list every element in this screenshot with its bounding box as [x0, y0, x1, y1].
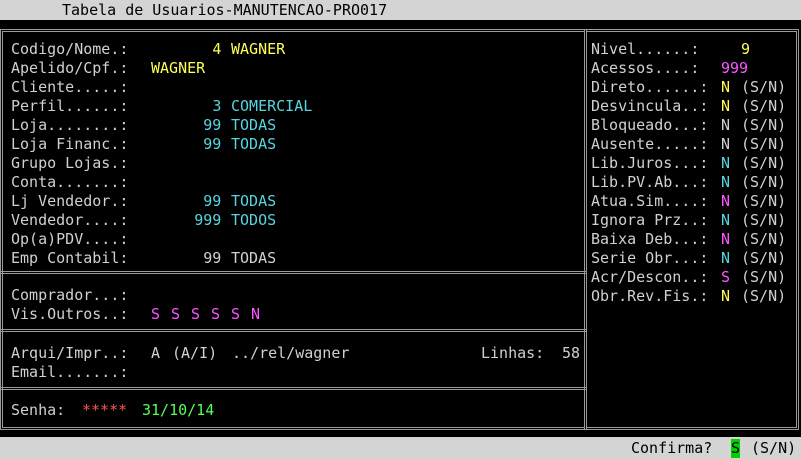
separator-3 [0, 387, 587, 390]
flag-value[interactable]: N [721, 211, 730, 230]
field-value: TODAS [231, 135, 277, 153]
flag-label: Direto......: [591, 78, 709, 96]
field-label: Op(a)PDV....: [11, 230, 129, 248]
flag-label: Ausente.....: [591, 135, 709, 153]
field-code[interactable]: 4 [151, 40, 221, 59]
flag-label: Lib.Juros...: [591, 154, 709, 172]
window-title: Tabela de Usuarios-MANUTENCAO-PRO017 [62, 1, 388, 19]
flag-hint: (S/N) [741, 268, 787, 286]
acessos-label: Acessos....: [591, 59, 700, 77]
field-label: Codigo/Nome.: [11, 40, 129, 58]
field-label: Perfil......: [11, 97, 129, 115]
vis-outros-label: Vis.Outros..: [11, 305, 129, 323]
flag-label: Bloqueado...: [591, 116, 709, 134]
vis-outros-flag[interactable]: S [231, 305, 240, 324]
nivel-label: Nivel......: [591, 40, 700, 58]
flag-label: Atua.Sim....: [591, 192, 709, 210]
senha-date: 31/10/14 [142, 401, 215, 419]
flag-hint: (S/N) [741, 78, 787, 96]
field-value: TODAS [231, 116, 277, 134]
confirm-hint: (S/N) [751, 439, 797, 457]
field-label: Conta.......: [11, 173, 129, 191]
flag-label: Serie Obr...: [591, 249, 709, 267]
flag-value[interactable]: N [721, 192, 730, 211]
field-label: Lj Vendedor.: [11, 192, 129, 210]
arqui-hint: (A/I) [172, 344, 218, 362]
flag-value[interactable]: N [721, 78, 730, 97]
linhas-input[interactable]: 58 [562, 344, 580, 363]
status-bar: Confirma? S (S/N) [0, 437, 801, 459]
email-label: Email.......: [11, 363, 129, 381]
field-value: WAGNER [151, 59, 206, 77]
field-value: COMERCIAL [231, 97, 313, 115]
field-value: TODAS [231, 249, 277, 267]
nivel-input[interactable]: 9 [741, 40, 750, 59]
field-label: Emp Contabil: [11, 249, 129, 267]
title-bar: Tabela de Usuarios-MANUTENCAO-PRO017 [0, 0, 801, 20]
field-value: TODOS [231, 211, 277, 229]
flag-hint: (S/N) [741, 249, 787, 267]
field-code[interactable]: 999 [151, 211, 221, 230]
senha-input[interactable]: ***** [82, 401, 127, 420]
linhas-label: Linhas: [481, 344, 545, 362]
flag-hint: (S/N) [741, 211, 787, 229]
flag-hint: (S/N) [741, 154, 787, 172]
flag-value[interactable]: N [721, 287, 730, 306]
vis-outros-flag[interactable]: S [151, 305, 160, 324]
flag-label: Desvincula..: [591, 97, 709, 115]
vis-outros-flag[interactable]: N [251, 305, 260, 324]
flag-value[interactable]: N [721, 230, 730, 249]
confirm-input[interactable]: S [731, 439, 741, 458]
field-label: Vendedor....: [11, 211, 129, 229]
flag-hint: (S/N) [741, 97, 787, 115]
field-label: Grupo Lojas.: [11, 154, 129, 172]
flag-value[interactable]: S [721, 268, 730, 287]
comprador-input[interactable] [151, 286, 571, 305]
flag-value[interactable]: N [721, 154, 730, 173]
flag-label: Obr.Rev.Fis.: [591, 287, 709, 305]
flag-value[interactable]: N [721, 249, 730, 268]
separator-2 [0, 329, 587, 332]
flag-hint: (S/N) [741, 287, 787, 305]
field-label: Loja Financ.: [11, 135, 129, 153]
comprador-label: Comprador...: [11, 286, 129, 304]
field-label: Apelido/Cpf.: [11, 59, 129, 77]
field-value: WAGNER [231, 40, 286, 58]
vis-outros-flag[interactable]: S [191, 305, 200, 324]
vis-outros-flag[interactable]: S [171, 305, 180, 324]
flag-label: Lib.PV.Ab...: [591, 173, 709, 191]
flag-value[interactable]: N [721, 135, 730, 154]
arqui-label: Arqui/Impr..: [11, 344, 129, 362]
field-label: Cliente.....: [11, 78, 129, 96]
field-code[interactable]: 99 [151, 135, 221, 154]
email-input[interactable] [151, 363, 571, 382]
flag-hint: (S/N) [741, 116, 787, 134]
confirm-label: Confirma? [631, 439, 713, 457]
arqui-path-input[interactable]: ../rel/wagner [232, 344, 349, 363]
flag-hint: (S/N) [741, 173, 787, 191]
senha-label: Senha: [11, 401, 66, 419]
flag-hint: (S/N) [741, 230, 787, 248]
field-code[interactable]: 3 [151, 97, 221, 116]
flag-label: Ignora Prz..: [591, 211, 709, 229]
arqui-mode-input[interactable]: A [151, 344, 160, 363]
field-label: Loja........: [11, 116, 129, 134]
flag-hint: (S/N) [741, 192, 787, 210]
acessos-input[interactable]: 999 [721, 59, 748, 78]
flag-label: Baixa Deb...: [591, 230, 709, 248]
flag-label: Acr/Descon..: [591, 268, 709, 286]
field-code[interactable]: 99 [151, 192, 221, 211]
field-code[interactable]: 99 [151, 249, 221, 268]
field-code[interactable]: 99 [151, 116, 221, 135]
flag-hint: (S/N) [741, 135, 787, 153]
vis-outros-flag[interactable]: S [211, 305, 220, 324]
field-value: TODAS [231, 192, 277, 210]
flag-value[interactable]: N [721, 116, 730, 135]
flag-value[interactable]: N [721, 173, 730, 192]
separator-1 [0, 271, 587, 274]
flag-value[interactable]: N [721, 97, 730, 116]
